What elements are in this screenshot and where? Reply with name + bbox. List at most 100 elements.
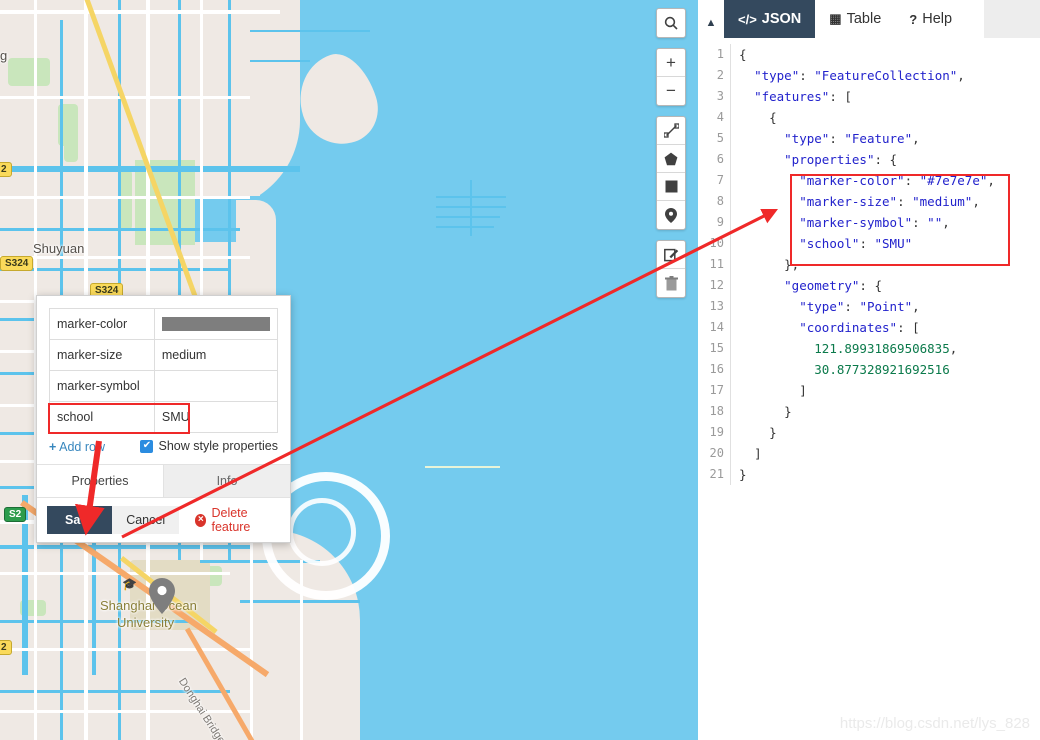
code-text[interactable]: "type": "Feature",	[731, 128, 919, 149]
code-text[interactable]: ]	[731, 380, 807, 401]
feature-properties-popup[interactable]: marker-color marker-size medium marker-symb…	[36, 295, 291, 543]
marker-draw-icon[interactable]	[657, 201, 685, 229]
code-line[interactable]: 6 "properties": {	[698, 149, 1040, 170]
popup-action-bar[interactable]: Save Cancel × Delete feature	[37, 497, 290, 542]
map-toolbar[interactable]: + −	[656, 8, 686, 308]
code-line[interactable]: 16 30.877328921692516	[698, 359, 1040, 380]
code-text[interactable]: "coordinates": [	[731, 317, 919, 338]
code-text[interactable]: "type": "Point",	[731, 296, 919, 317]
code-token: ,	[987, 173, 995, 188]
map-search-group[interactable]	[656, 8, 686, 38]
popup-tab-properties[interactable]: Properties	[37, 465, 164, 497]
property-value-cell[interactable]	[153, 308, 279, 340]
code-line[interactable]: 10 "school": "SMU"	[698, 233, 1040, 254]
code-token: "type"	[784, 131, 830, 146]
code-token: ,	[942, 215, 950, 230]
tab-json[interactable]: </> JSON	[724, 0, 816, 38]
json-panel[interactable]: ▲ </> JSON ▦ Table? Help 1{2 "type": "Featur…	[698, 0, 1040, 740]
search-icon[interactable]	[657, 9, 685, 37]
color-swatch[interactable]	[161, 317, 270, 331]
code-line[interactable]: 2 "type": "FeatureCollection",	[698, 65, 1040, 86]
map-zoom-group[interactable]: + −	[656, 48, 686, 106]
edit-icon[interactable]	[657, 241, 685, 269]
code-text[interactable]: "school": "SMU"	[731, 233, 912, 254]
property-row[interactable]: marker-color	[49, 308, 279, 340]
property-key-cell[interactable]: school	[49, 401, 155, 433]
code-text[interactable]: }	[731, 464, 747, 485]
collapse-panel-icon[interactable]: ▲	[702, 14, 720, 32]
code-line[interactable]: 8 "marker-size": "medium",	[698, 191, 1040, 212]
code-line[interactable]: 5 "type": "Feature",	[698, 128, 1040, 149]
zoom-out-button[interactable]: −	[657, 77, 685, 105]
line-draw-icon[interactable]	[657, 117, 685, 145]
property-value-cell[interactable]	[153, 370, 279, 402]
map-street	[0, 648, 250, 651]
code-text[interactable]: },	[731, 254, 799, 275]
code-line[interactable]: 4 {	[698, 107, 1040, 128]
popup-tab-info[interactable]: Info	[164, 465, 290, 497]
property-row[interactable]: marker-size medium	[49, 339, 279, 371]
map-pier	[436, 216, 500, 218]
code-line[interactable]: 15 121.89931869506835,	[698, 338, 1040, 359]
map-street	[0, 710, 250, 713]
add-row-button[interactable]: + Add row	[49, 439, 129, 456]
map-edit-group[interactable]	[656, 240, 686, 298]
code-line[interactable]: 7 "marker-color": "#7e7e7e",	[698, 170, 1040, 191]
code-line[interactable]: 13 "type": "Point",	[698, 296, 1040, 317]
tab-help[interactable]: ? Help	[895, 0, 966, 38]
property-key-cell[interactable]: marker-color	[49, 308, 155, 340]
code-text[interactable]: ]	[731, 443, 762, 464]
property-row[interactable]: school SMU	[49, 401, 279, 433]
code-line[interactable]: 3 "features": [	[698, 86, 1040, 107]
map-pier	[436, 226, 494, 228]
code-text[interactable]: "features": [	[731, 86, 852, 107]
json-code-editor[interactable]: 1{2 "type": "FeatureCollection", 3 "featu…	[698, 44, 1040, 740]
polygon-draw-icon[interactable]	[657, 145, 685, 173]
trash-icon[interactable]	[657, 269, 685, 297]
show-style-properties-toggle[interactable]: ✔ Show style properties	[140, 439, 278, 453]
map-canvas[interactable]: g Shuyuan Shanghai Ocean University Donghai …	[0, 0, 698, 740]
property-key-cell[interactable]: marker-size	[49, 339, 155, 371]
code-text[interactable]: {	[731, 107, 777, 128]
map-feature-marker[interactable]	[149, 578, 175, 614]
code-text[interactable]: "marker-symbol": "",	[731, 212, 950, 233]
code-line[interactable]: 12 "geometry": {	[698, 275, 1040, 296]
save-button[interactable]: Save	[47, 506, 113, 534]
map-draw-group[interactable]	[656, 116, 686, 230]
code-text[interactable]: "properties": {	[731, 149, 897, 170]
code-line[interactable]: 18 }	[698, 401, 1040, 422]
property-value-cell[interactable]: SMU	[153, 401, 279, 433]
property-key-cell[interactable]: marker-symbol	[49, 370, 155, 402]
code-line[interactable]: 9 "marker-symbol": "",	[698, 212, 1040, 233]
popup-tab-bar[interactable]: Properties Info	[37, 464, 290, 497]
code-line[interactable]: 11 },	[698, 254, 1040, 275]
rectangle-draw-icon[interactable]	[657, 173, 685, 201]
code-text[interactable]: "marker-color": "#7e7e7e",	[731, 170, 995, 191]
code-line[interactable]: 20 ]	[698, 443, 1040, 464]
code-text[interactable]: {	[731, 44, 747, 65]
delete-feature-button[interactable]: × Delete feature	[195, 506, 280, 534]
code-token: :	[859, 236, 875, 251]
property-value-cell[interactable]: medium	[153, 339, 279, 371]
checkbox-icon[interactable]: ✔	[140, 439, 154, 453]
code-line[interactable]: 1{	[698, 44, 1040, 65]
code-text[interactable]: "type": "FeatureCollection",	[731, 65, 965, 86]
code-text[interactable]: }	[731, 401, 792, 422]
tab-table[interactable]: ▦ Table	[815, 0, 895, 38]
code-text[interactable]: 121.89931869506835,	[731, 338, 957, 359]
property-row[interactable]: marker-symbol	[49, 370, 279, 402]
code-line[interactable]: 21}	[698, 464, 1040, 485]
code-text[interactable]: "geometry": {	[731, 275, 882, 296]
code-text[interactable]: "marker-size": "medium",	[731, 191, 980, 212]
zoom-in-button[interactable]: +	[657, 49, 685, 77]
code-token: }	[769, 425, 777, 440]
properties-table[interactable]: marker-color marker-size medium marker-symb…	[49, 308, 279, 433]
code-token: :	[829, 131, 845, 146]
cancel-button[interactable]: Cancel	[112, 506, 180, 534]
code-line[interactable]: 17 ]	[698, 380, 1040, 401]
code-text[interactable]: }	[731, 422, 777, 443]
code-line[interactable]: 19 }	[698, 422, 1040, 443]
code-line[interactable]: 14 "coordinates": [	[698, 317, 1040, 338]
map-label: g	[0, 48, 8, 63]
code-text[interactable]: 30.877328921692516	[731, 359, 949, 380]
